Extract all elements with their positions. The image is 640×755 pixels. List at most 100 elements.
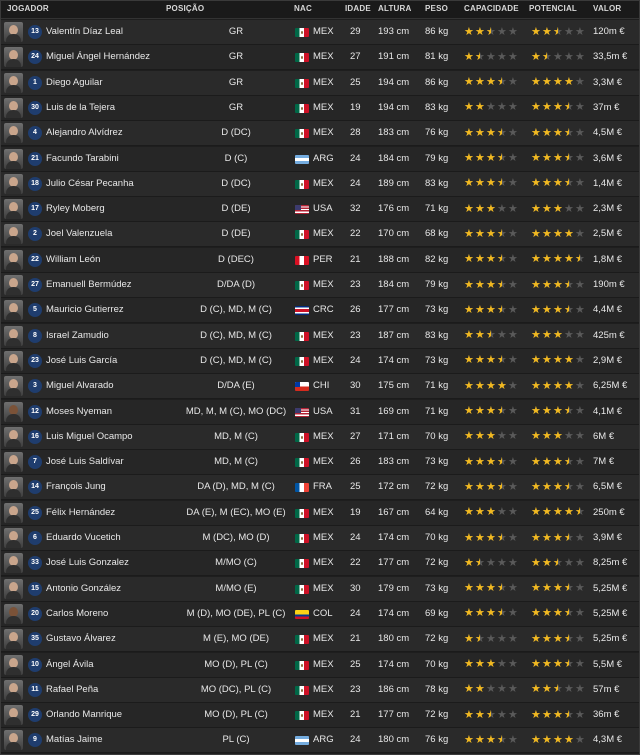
player-name-link[interactable]: Israel Zamudio [46, 324, 176, 348]
player-name-link[interactable]: Miguel Ángel Hernández [46, 45, 176, 69]
avatar[interactable] [4, 528, 23, 548]
table-row[interactable]: 6 Eduardo Vucetich M (DC), MO (D) MEX 24 174 … [1, 526, 639, 551]
player-name-link[interactable]: Julio César Pecanha [46, 172, 176, 196]
table-row[interactable]: 21 Facundo Tarabini D (C) ARG 24 184 cm 79 kg ★… [1, 146, 639, 172]
avatar[interactable] [4, 705, 23, 726]
player-name-link[interactable]: Facundo Tarabini [46, 147, 176, 171]
player-name-link[interactable]: Orlando Manrique [46, 703, 176, 727]
player-name-link[interactable]: Luis de la Tejera [46, 96, 176, 120]
table-row[interactable]: 27 Emanuell Bermúdez D/DA (D) MEX 23 184 cm 79… [1, 273, 639, 298]
avatar[interactable] [4, 603, 23, 624]
star-icon: ★ [575, 531, 585, 544]
player-name-link[interactable]: Félix Hernández [46, 501, 176, 525]
header-ability[interactable]: CAPACIDADE [464, 4, 519, 13]
avatar[interactable] [4, 123, 23, 144]
avatar[interactable] [4, 97, 23, 118]
header-weight[interactable]: PESO [425, 4, 448, 13]
player-name-link[interactable]: Mauricio Gutierrez [46, 298, 176, 322]
player-name-link[interactable]: Gustavo Álvarez [46, 627, 176, 651]
table-row[interactable]: 23 José Luis García D (C), MD, M (C) MEX 24 1… [1, 348, 639, 374]
player-name-link[interactable]: Eduardo Vucetich [46, 526, 176, 550]
avatar[interactable] [4, 629, 23, 650]
avatar[interactable] [4, 654, 23, 675]
avatar[interactable] [4, 148, 23, 169]
avatar[interactable] [4, 300, 23, 321]
avatar[interactable] [4, 679, 23, 700]
avatar[interactable] [4, 477, 23, 498]
header-position[interactable]: POSIÇÃO [166, 4, 204, 13]
player-name-link[interactable]: Ángel Ávila [46, 653, 176, 677]
table-row[interactable]: 1 Diego Aguilar GR MEX 25 194 cm 86 kg ★ ★ ★ ★ ★ ★ ★ ★… [1, 70, 639, 96]
player-name-link[interactable]: Antonio González [46, 577, 176, 601]
table-row[interactable]: 8 Israel Zamudio D (C), MD, M (C) MEX 23 187 … [1, 323, 639, 349]
avatar[interactable] [4, 47, 23, 68]
table-row[interactable]: 29 Orlando Manrique MO (D), PL (C) MEX 21 177… [1, 703, 639, 729]
player-face-icon [4, 452, 23, 473]
avatar[interactable] [4, 249, 23, 270]
player-name-link[interactable]: Rafael Peña [46, 678, 176, 702]
table-row[interactable]: 35 Gustavo Álvarez M (E), MO (DE) MEX 21 180 … [1, 627, 639, 653]
avatar[interactable] [4, 452, 23, 473]
table-row[interactable]: 14 François Jung DA (D), MD, M (C) FRA 25 172… [1, 475, 639, 501]
avatar[interactable] [4, 426, 23, 447]
header-potential[interactable]: POTENCIAL [529, 4, 577, 13]
star-icon: ★ ★ [486, 430, 496, 443]
table-row[interactable]: 25 Félix Hernández DA (E), M (EC), MO (E) M… [1, 500, 639, 526]
table-row[interactable]: 24 Miguel Ángel Hernández GR MEX 27 191 cm 81 … [1, 45, 639, 71]
table-row[interactable]: 22 William León D (DEC) PER 21 188 cm 82 kg ★ ★ ★… [1, 247, 639, 273]
avatar[interactable] [4, 275, 23, 295]
player-name-link[interactable]: José Luis García [46, 349, 176, 373]
header-age[interactable]: IDADE [345, 4, 371, 13]
table-row[interactable]: 30 Luis de la Tejera GR MEX 19 194 cm 83 kg ★ ★ ★… [1, 95, 639, 121]
table-row[interactable]: 17 Ryley Moberg D (DE) USA 32 176 cm 71 kg ★ ★ ★ ★… [1, 197, 639, 223]
header-nat[interactable]: NAC [294, 4, 312, 13]
avatar[interactable] [4, 553, 23, 574]
player-name-link[interactable]: Moses Nyeman [46, 400, 176, 424]
avatar[interactable] [4, 224, 23, 245]
avatar[interactable] [4, 199, 23, 220]
avatar[interactable] [4, 72, 23, 93]
player-name-link[interactable]: Valentín Díaz Leal [46, 20, 176, 44]
table-row[interactable]: 7 José Luis Saldívar MD, M (C) MEX 26 183 cm 7… [1, 450, 639, 476]
player-name-link[interactable]: Alejandro Alvídrez [46, 121, 176, 145]
table-row[interactable]: 12 Moses Nyeman MD, M, M (C), MO (DC) USA 31… [1, 399, 639, 425]
table-row[interactable]: 33 José Luis Gonzalez M/MO (C) MEX 22 177 cm 7… [1, 551, 639, 577]
avatar[interactable] [4, 401, 23, 422]
table-row[interactable]: 3 Miguel Alvarado D/DA (E) CHI 30 175 cm 71 kg… [1, 374, 639, 400]
avatar[interactable] [4, 325, 23, 346]
avatar[interactable] [4, 502, 23, 523]
table-row[interactable]: 11 Rafael Peña MO (DC), PL (C) MEX 23 186 cm 7… [1, 677, 639, 703]
header-value[interactable]: VALOR [593, 4, 621, 13]
table-row[interactable]: 2 Joel Valenzuela D (DE) MEX 22 170 cm 68 kg ★ ★… [1, 222, 639, 248]
table-row[interactable]: 15 Antonio González M/MO (E) MEX 30 179 cm 73 … [1, 576, 639, 602]
header-player[interactable]: JOGADOR [7, 4, 49, 13]
player-name-link[interactable]: José Luis Saldívar [46, 450, 176, 474]
table-row[interactable]: 20 Carlos Moreno M (D), MO (DE), PL (C) COL… [1, 601, 639, 627]
player-name-link[interactable]: Joel Valenzuela [46, 222, 176, 246]
potential-stars: ★ ★ ★ ★ ★ ★ ★ ★ ★ [531, 703, 591, 727]
table-row[interactable]: 18 Julio César Pecanha D (DC) MEX 24 189 cm 83… [1, 171, 639, 197]
player-name-link[interactable]: Miguel Alvarado [46, 374, 176, 398]
table-row[interactable]: 10 Ángel Ávila MO (D), PL (C) MEX 25 174 cm 70… [1, 652, 639, 678]
player-name-link[interactable]: Ryley Moberg [46, 197, 176, 221]
table-row[interactable]: 16 Luis Miguel Ocampo MD, M (C) MEX 27 171 cm… [1, 424, 639, 450]
player-name-link[interactable]: Diego Aguilar [46, 71, 176, 95]
table-row[interactable]: 9 Matías Jaime PL (C) ARG 24 180 cm 76 kg ★ ★ ★ ★ ★… [1, 728, 639, 754]
avatar[interactable] [4, 376, 23, 397]
player-name-link[interactable]: Matías Jaime [46, 728, 176, 752]
avatar[interactable] [4, 22, 23, 42]
avatar[interactable] [4, 730, 23, 751]
player-name-link[interactable]: William León [46, 248, 176, 272]
avatar[interactable] [4, 350, 23, 371]
table-row[interactable]: 4 Alejandro Alvídrez D (DC) MEX 28 183 cm 76 k… [1, 121, 639, 147]
player-name-link[interactable]: Carlos Moreno [46, 602, 176, 626]
player-name-link[interactable]: Emanuell Bermúdez [46, 273, 176, 297]
table-row[interactable]: 13 Valentín Díaz Leal GR MEX 29 193 cm 86 kg ★ ★… [1, 20, 639, 45]
player-name-link[interactable]: François Jung [46, 475, 176, 499]
header-height[interactable]: ALTURA [378, 4, 412, 13]
avatar[interactable] [4, 173, 23, 194]
player-name-link[interactable]: José Luis Gonzalez [46, 551, 176, 575]
avatar[interactable] [4, 578, 23, 599]
player-name-link[interactable]: Luis Miguel Ocampo [46, 425, 176, 449]
table-row[interactable]: 5 Mauricio Gutierrez D (C), MD, M (C) CRC 26… [1, 298, 639, 324]
